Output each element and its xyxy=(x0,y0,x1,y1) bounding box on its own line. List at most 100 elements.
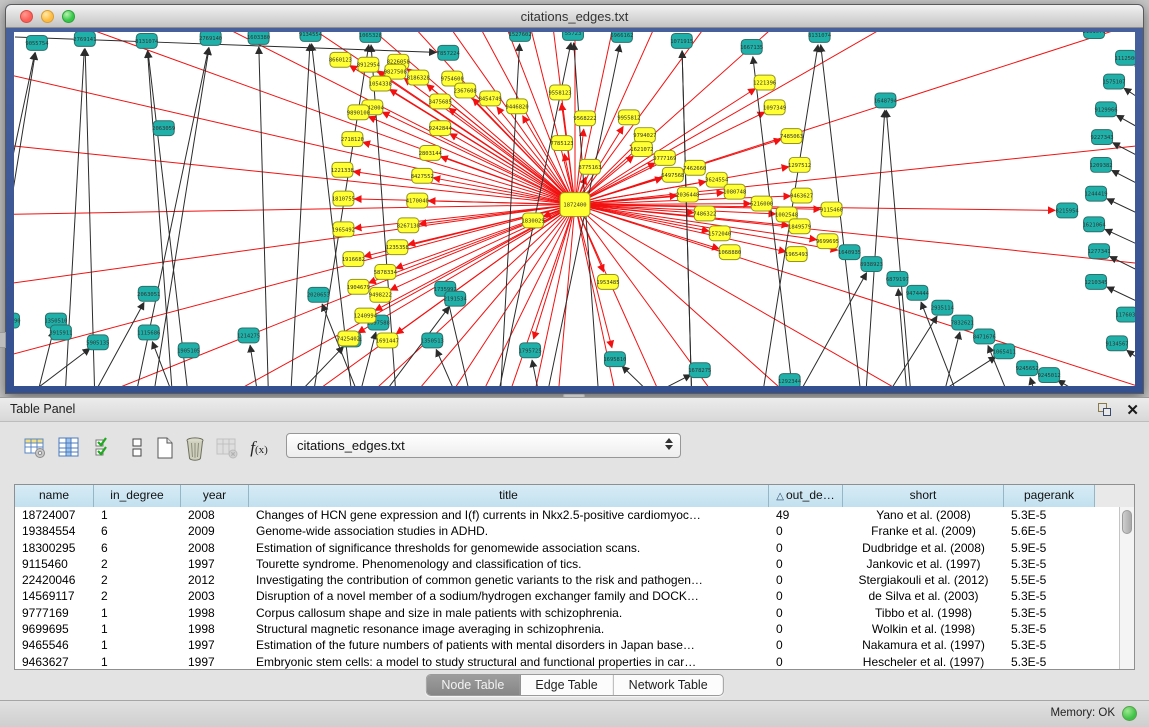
graph-node-label: 1210345 xyxy=(1084,280,1107,286)
row-height-icon[interactable] xyxy=(122,432,152,464)
graph-edge[interactable] xyxy=(884,316,937,386)
graph-edge[interactable] xyxy=(796,273,867,386)
tab-edge-table[interactable]: Edge Table xyxy=(520,675,613,695)
table-cell: 0 xyxy=(769,572,843,588)
graph-edge[interactable] xyxy=(1116,115,1135,139)
graph-edge[interactable] xyxy=(575,205,1135,386)
close-window-icon[interactable] xyxy=(20,10,33,23)
graph-node-label: 1953485 xyxy=(596,280,619,286)
graph-node-label: 3475685 xyxy=(429,99,452,105)
graph-node-label: 7486322 xyxy=(693,211,716,217)
graph-edge[interactable] xyxy=(1112,170,1135,194)
graph-node-label: 6216000 xyxy=(750,202,773,208)
graph-edge[interactable] xyxy=(575,193,724,205)
table-row[interactable]: 977716911998Corpus callosum shape and si… xyxy=(15,605,1119,621)
graph-node-label: 1054338 xyxy=(369,82,392,88)
memory-status-indicator[interactable] xyxy=(1122,706,1137,721)
graph-node-label: 1527602 xyxy=(509,32,532,38)
graph-edge[interactable] xyxy=(886,110,911,386)
graph-node-label: 1640935 xyxy=(838,250,861,256)
table-row[interactable]: 1938455462009Genome-wide association stu… xyxy=(15,523,1119,539)
minimize-window-icon[interactable] xyxy=(41,10,54,23)
graph-edge[interactable] xyxy=(14,205,575,386)
zoom-window-icon[interactable] xyxy=(62,10,75,23)
table-row[interactable]: 969969511998Structural magnetic resonanc… xyxy=(15,621,1119,637)
graph-edge[interactable] xyxy=(1124,88,1135,111)
graph-edge[interactable] xyxy=(1107,199,1135,224)
graph-edge[interactable] xyxy=(928,357,995,386)
table-row[interactable]: 2242004622012Investigating the contribut… xyxy=(15,572,1119,588)
table-cell: 22420046 xyxy=(15,572,94,588)
table-tabs-strip: Node TableEdge TableNetwork Table xyxy=(0,673,1149,701)
graph-edge[interactable] xyxy=(14,53,35,386)
graph-node-label: 8912954 xyxy=(357,63,381,69)
graph-node-label: 1209382 xyxy=(1089,163,1112,169)
graph-edge[interactable] xyxy=(865,110,884,386)
table-source-select[interactable]: citations_edges.txt xyxy=(286,433,681,458)
table-cell: 2009 xyxy=(181,523,249,539)
table-row[interactable]: 946362711997Embryonic stem cells: a mode… xyxy=(15,654,1119,669)
graph-node-label: 1071915 xyxy=(670,39,693,45)
table-row[interactable]: 946554611997Estimation of the future num… xyxy=(15,637,1119,653)
column-header-short[interactable]: short xyxy=(843,485,1004,507)
table-cell: Estimation of the future numbers of pati… xyxy=(249,637,769,653)
scrollbar-thumb[interactable] xyxy=(1122,510,1132,534)
show-columns-icon[interactable] xyxy=(54,432,84,464)
float-panel-icon[interactable] xyxy=(1098,403,1113,417)
network-canvas[interactable]: 9055754276914181310742769140160338091345… xyxy=(14,32,1135,386)
graph-edge[interactable] xyxy=(1030,378,1037,386)
select-columns-checklist-icon[interactable] xyxy=(90,432,120,464)
graph-node-label: 8186328 xyxy=(407,76,430,82)
graph-node-label: 9134554 xyxy=(299,32,323,38)
graph-node-label: 1240994 xyxy=(354,314,378,320)
graph-node-label: 1097349 xyxy=(763,105,786,111)
column-header-name[interactable]: name xyxy=(15,485,94,507)
window-titlebar[interactable]: citations_edges.txt xyxy=(6,5,1143,28)
graph-node-label: 55723 xyxy=(565,32,582,37)
sort-ascending-icon: △ xyxy=(776,491,784,502)
column-header-in_degree[interactable]: in_degree xyxy=(94,485,181,507)
graph-edge[interactable] xyxy=(575,205,1135,360)
column-header-out_de[interactable]: △out_de… xyxy=(769,485,843,507)
column-header-title[interactable]: title xyxy=(249,485,769,507)
graph-edge[interactable] xyxy=(22,348,90,386)
graph-node-label: 9827508 xyxy=(384,70,407,76)
table-cell: Genome-wide association studies in ADHD. xyxy=(249,523,769,539)
tab-node-table[interactable]: Node Table xyxy=(426,675,520,695)
table-cell: 5.9E-5 xyxy=(1004,540,1095,556)
table-row[interactable]: 1830029562008Estimation of significance … xyxy=(15,540,1119,556)
graph-node-label: 4170040 xyxy=(406,199,429,205)
table-row[interactable]: 1456911722003Disruption of a novel membe… xyxy=(15,588,1119,604)
graph-edge[interactable] xyxy=(291,44,310,386)
close-panel-icon[interactable]: ✕ xyxy=(1126,401,1139,419)
graph-edge[interactable] xyxy=(436,349,458,386)
graph-edge[interactable] xyxy=(38,32,575,205)
delete-table-icon[interactable] xyxy=(180,432,210,464)
column-header-year[interactable]: year xyxy=(181,485,249,507)
graph-node-label: 1214275 xyxy=(237,333,260,339)
tab-network-table[interactable]: Network Table xyxy=(614,675,723,695)
function-builder-icon[interactable]: f(x) xyxy=(244,432,274,464)
vertical-scrollbar[interactable] xyxy=(1119,507,1134,669)
graph-edge[interactable] xyxy=(642,375,691,386)
memory-status-label: Memory: OK xyxy=(1050,707,1115,719)
sidebar-collapse-handle[interactable] xyxy=(0,332,6,348)
graph-edge[interactable] xyxy=(14,49,575,204)
graph-edge[interactable] xyxy=(259,47,269,386)
graph-edge[interactable] xyxy=(1127,350,1135,373)
table-cell: 2008 xyxy=(181,507,249,523)
table-cell: 1 xyxy=(94,621,181,637)
table-settings-icon[interactable] xyxy=(20,432,50,464)
table-row[interactable]: 1872400712008Changes of HCN gene express… xyxy=(15,507,1119,523)
table-cell: 1997 xyxy=(181,556,249,572)
column-header-pagerank[interactable]: pagerank xyxy=(1004,485,1095,507)
table-cell: 1998 xyxy=(181,605,249,621)
graph-edge[interactable] xyxy=(1110,256,1135,280)
new-table-icon[interactable] xyxy=(150,432,180,464)
table-cell: 5.3E-5 xyxy=(1004,588,1095,604)
citation-network-graph[interactable]: 9055754276914181310742769140160338091345… xyxy=(14,32,1135,386)
graph-edge[interactable] xyxy=(1058,380,1091,386)
table-row[interactable]: 911546021997Tourette syndrome. Phenomeno… xyxy=(15,556,1119,572)
graph-edge[interactable] xyxy=(575,49,1135,204)
graph-node-label: 7785123 xyxy=(550,141,573,147)
